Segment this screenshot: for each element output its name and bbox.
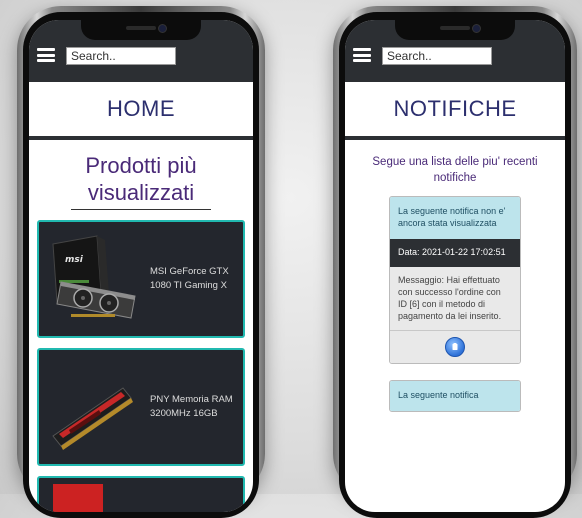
product-card[interactable]: msi MSI GeForce GTX 1080 TI Gaming X (37, 220, 245, 338)
section-title: Prodotti più visualizzati (61, 152, 221, 206)
page-title: HOME (29, 82, 253, 140)
front-camera (472, 24, 481, 33)
notification-status: La seguente notifica (390, 381, 520, 411)
ram-module-image (39, 350, 144, 464)
notification-card: La seguente notifica (389, 380, 521, 412)
product-card[interactable] (37, 476, 245, 512)
mark-read-icon[interactable] (445, 337, 465, 357)
notification-status: La seguente notifica non e' ancora stata… (390, 197, 520, 239)
search-input[interactable] (66, 47, 176, 65)
notification-message: Messaggio: Hai effettuato con successo l… (390, 267, 520, 330)
phone-screen-notifications: NOTIFICHE Segue una lista delle piu' rec… (345, 20, 565, 512)
phone-home: HOME Prodotti più visualizzati msi (17, 6, 265, 518)
section-title-line2: visualizzati (87, 180, 195, 205)
phone-notch (81, 20, 201, 40)
product-name: MSI GeForce GTX 1080 TI Gaming X (150, 266, 229, 291)
notification-date: Data: 2021-01-22 17:02:51 (390, 239, 520, 267)
section-title-underline (71, 209, 211, 210)
page-title: NOTIFICHE (345, 82, 565, 140)
phone-notch (395, 20, 515, 40)
search-input[interactable] (382, 47, 492, 65)
product-card[interactable]: PNY Memoria RAM 3200MHz 16GB (37, 348, 245, 466)
hamburger-menu-icon[interactable] (37, 48, 55, 62)
speaker-grille (440, 26, 470, 30)
phone-screen-home: HOME Prodotti più visualizzati msi (29, 20, 253, 512)
front-camera (158, 24, 167, 33)
section-title-line1: Prodotti più (85, 153, 197, 178)
product-name: PNY Memoria RAM 3200MHz 16GB (150, 394, 233, 419)
graphics-card-image: msi (39, 222, 144, 336)
speaker-grille (126, 26, 156, 30)
notifications-intro: Segue una lista delle piu' recenti notif… (372, 156, 538, 184)
notification-actions (390, 330, 520, 363)
product-image (39, 478, 144, 512)
hamburger-menu-icon[interactable] (353, 48, 371, 62)
svg-text:msi: msi (65, 255, 84, 265)
notification-card: La seguente notifica non e' ancora stata… (389, 196, 521, 364)
phone-notifications: NOTIFICHE Segue una lista delle piu' rec… (333, 6, 577, 518)
